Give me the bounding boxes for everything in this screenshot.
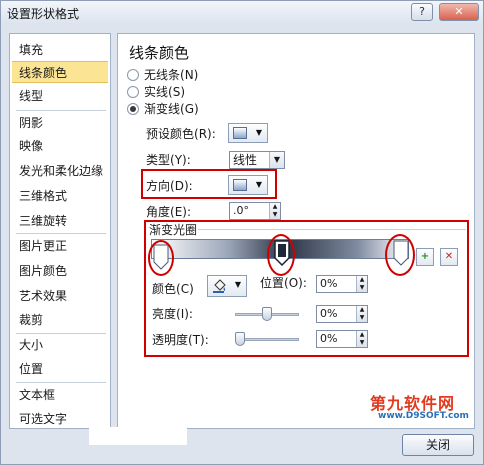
sidebar-item-reflection[interactable]: 映像 <box>10 135 110 157</box>
radio-label: 渐变线 <box>144 102 181 116</box>
type-label: 类型(Y): <box>146 153 191 167</box>
radio-circle[interactable] <box>127 103 139 115</box>
preset-colors-label: 预设颜色(R): <box>146 127 216 141</box>
radio-no-line[interactable]: 无线条(N) <box>127 68 198 84</box>
radio-label: 无线条 <box>144 68 181 82</box>
panel-heading: 线条颜色 <box>129 44 190 62</box>
help-button[interactable]: ? <box>411 3 433 21</box>
window-close-button[interactable]: ✕ <box>439 3 479 21</box>
sidebar-item-position[interactable]: 位置 <box>10 358 110 380</box>
sidebar-item-line-style[interactable]: 线型 <box>10 85 110 107</box>
annotation-box-gradient-stops <box>144 220 469 357</box>
radio-circle[interactable] <box>127 69 139 81</box>
title-bar[interactable]: 设置形状格式 ? ✕ <box>1 1 483 25</box>
sidebar-nav: 填充 线条颜色 线型 阴影 映像 发光和柔化边缘 三维格式 三维旋转 图片更正 … <box>9 33 111 429</box>
sidebar-item-3d-format[interactable]: 三维格式 <box>10 185 110 207</box>
type-select[interactable]: 线性 ▼ <box>229 151 285 169</box>
sidebar-divider <box>16 110 106 111</box>
radio-solid-line[interactable]: 实线(S) <box>127 85 185 101</box>
radio-gradient-line[interactable]: 渐变线(G) <box>127 102 199 118</box>
format-shape-dialog: 设置形状格式 ? ✕ 填充 线条颜色 线型 阴影 映像 发光和柔化边缘 三维格式… <box>0 0 484 465</box>
color-swatch-icon <box>233 127 247 139</box>
window-title: 设置形状格式 <box>7 7 80 21</box>
type-value: 线性 <box>233 153 258 167</box>
sidebar-divider <box>16 233 106 234</box>
radio-circle[interactable] <box>127 86 139 98</box>
angle-label: 角度(E): <box>146 205 192 219</box>
preset-colors-dropdown[interactable]: ▼ <box>228 123 268 143</box>
watermark-logo: 第九软件网 www.D9SOFT.com <box>370 390 470 428</box>
shortcut-key: (N) <box>180 68 199 82</box>
sidebar-item-line-color[interactable]: 线条颜色 <box>12 61 108 83</box>
sidebar-item-picture-corrections[interactable]: 图片更正 <box>10 235 110 257</box>
sidebar-item-glow-soft-edges[interactable]: 发光和柔化边缘 <box>10 160 110 182</box>
shortcut-key: (G) <box>180 102 199 116</box>
shortcut-key: (S) <box>168 85 185 99</box>
sidebar-item-picture-color[interactable]: 图片颜色 <box>10 260 110 282</box>
settings-panel: 线条颜色 无线条(N) 实线(S) 渐变线(G) 预设颜色(R): ▼ 类型(Y… <box>117 33 475 429</box>
sidebar-item-fill[interactable]: 填充 <box>10 39 110 61</box>
sidebar-item-text-box[interactable]: 文本框 <box>10 384 110 406</box>
spin-arrows-icon[interactable]: ▲ ▼ <box>269 203 280 219</box>
chevron-down-icon: ▼ <box>269 152 284 168</box>
close-button[interactable]: 关闭 <box>402 434 474 456</box>
angle-value: .0° <box>233 204 249 217</box>
angle-spinner[interactable]: .0° ▲ ▼ <box>229 202 281 220</box>
sidebar-item-shadow[interactable]: 阴影 <box>10 112 110 134</box>
sidebar-item-crop[interactable]: 裁剪 <box>10 309 110 331</box>
sidebar-divider <box>16 382 106 383</box>
sidebar-item-3d-rotation[interactable]: 三维旋转 <box>10 210 110 232</box>
blank-region <box>89 427 187 445</box>
chevron-down-icon: ▼ <box>255 128 262 137</box>
radio-label: 实线 <box>144 85 169 99</box>
sidebar-item-size[interactable]: 大小 <box>10 334 110 356</box>
annotation-box-direction <box>141 169 277 199</box>
watermark-url: www.D9SOFT.com <box>378 411 469 421</box>
sidebar-item-artistic-effects[interactable]: 艺术效果 <box>10 285 110 307</box>
